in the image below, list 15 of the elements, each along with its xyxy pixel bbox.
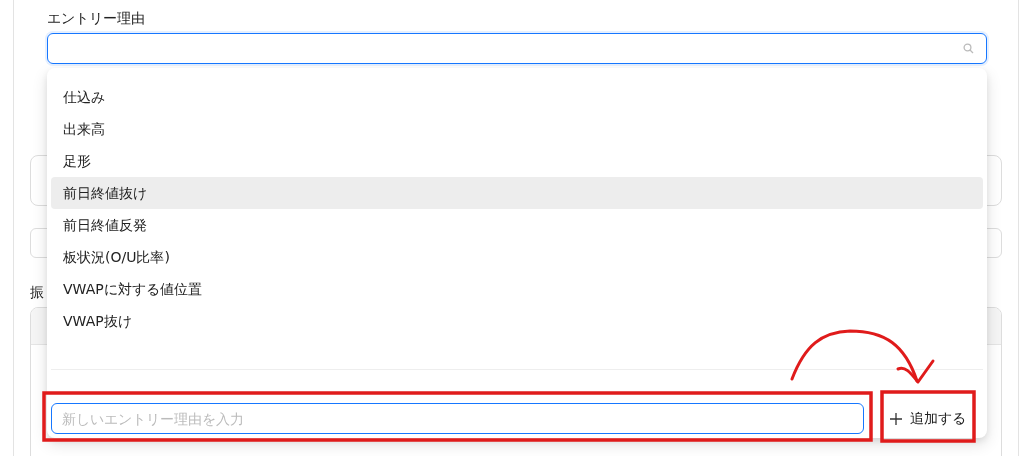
dropdown-option[interactable]: 前日終値抜け [51, 177, 983, 209]
dropdown-option[interactable]: 板状況(O/U比率) [51, 241, 983, 273]
plus-icon [890, 412, 902, 425]
input-field[interactable]: 新しいエントリー理由を入力 [51, 403, 864, 434]
search-select-field[interactable] [47, 33, 987, 64]
dropdown-option[interactable]: VWAP抜け [51, 305, 983, 337]
dropdown-option[interactable]: VWAPに対する値位置 [51, 273, 983, 305]
dropdown-option[interactable]: 前日終値反発 [51, 209, 983, 241]
dropdown-option[interactable]: 足形 [51, 145, 983, 177]
search-icon [963, 43, 974, 54]
add-button[interactable]: 追加する [884, 405, 972, 432]
field-label: 振 [30, 283, 44, 302]
dropdown-option[interactable]: 仕込み [51, 81, 983, 113]
dropdown-option[interactable]: 出来高 [51, 113, 983, 145]
field-label: エントリー理由 [47, 9, 145, 28]
